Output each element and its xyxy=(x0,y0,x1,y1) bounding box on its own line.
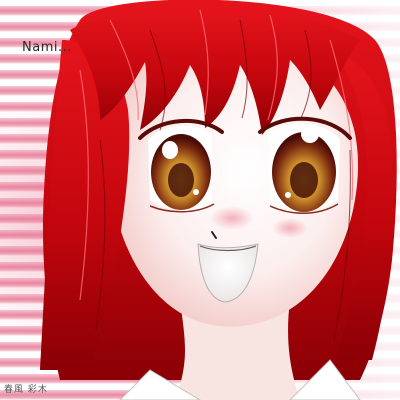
caption-text: Nami... xyxy=(22,40,72,55)
anime-girl-figure xyxy=(40,0,397,400)
blush-nose xyxy=(210,206,254,230)
artist-signature: 春風 彩木 xyxy=(4,385,48,395)
illustration-canvas: Nami... 春風 彩木 xyxy=(0,0,400,400)
blush-cheek xyxy=(272,218,308,238)
